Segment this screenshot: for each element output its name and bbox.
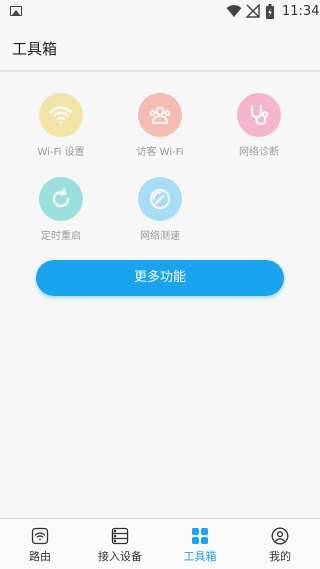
wifi-icon <box>226 5 242 17</box>
nav-item-router[interactable]: 路由 <box>0 519 80 569</box>
tool-icon-circle <box>237 93 281 137</box>
tool-icon-circle <box>39 177 83 221</box>
tool-label: 网络诊断 <box>239 147 279 158</box>
page-title: 工具箱 <box>12 40 58 58</box>
nav-label: 接入设备 <box>98 550 142 563</box>
router-icon <box>31 527 49 545</box>
more-functions-button[interactable]: 更多功能 <box>36 260 284 296</box>
stethoscope-icon <box>251 105 269 126</box>
tool-label: 访客 Wi-Fi <box>136 147 184 158</box>
tool-label: 网络测速 <box>140 231 180 242</box>
tool-icon-circle <box>138 93 182 137</box>
nav-label: 我的 <box>269 550 291 563</box>
speedometer-icon <box>150 189 170 209</box>
tool-icon-circle <box>138 177 182 221</box>
tool-icon-circle <box>39 93 83 137</box>
wifi-icon <box>49 106 73 124</box>
nav-item-devices[interactable]: 接入设备 <box>80 519 160 569</box>
tool-speed-test[interactable]: 网络测速 <box>120 177 200 242</box>
profile-icon <box>271 527 289 545</box>
toolbox-icon <box>192 528 208 544</box>
tool-guest-wifi[interactable]: 访客 Wi-Fi <box>120 93 200 158</box>
guests-icon <box>149 106 171 124</box>
nav-item-toolbox[interactable]: 工具箱 <box>160 519 240 569</box>
devices-icon <box>111 527 129 545</box>
nav-label: 工具箱 <box>183 550 217 563</box>
tool-label: 定时重启 <box>41 231 81 242</box>
image-icon <box>10 6 22 16</box>
refresh-icon <box>52 188 70 208</box>
tool-network-diagnosis[interactable]: 网络诊断 <box>219 93 299 158</box>
tool-scheduled-reboot[interactable]: 定时重启 <box>21 177 101 242</box>
bottom-nav: 路由 接入设备 工具箱 我的 <box>0 518 320 569</box>
nav-item-profile[interactable]: 我的 <box>240 519 320 569</box>
app-bar: 工具箱 <box>0 24 320 72</box>
nav-label: 路由 <box>29 550 51 563</box>
tool-label: Wi-Fi 设置 <box>37 147 85 158</box>
tool-wifi-settings[interactable]: Wi-Fi 设置 <box>21 93 101 158</box>
battery-charging-icon <box>266 4 274 19</box>
clock: 11:34 <box>282 4 320 19</box>
status-bar: 11:34 <box>0 0 320 24</box>
no-signal-icon <box>246 4 260 18</box>
